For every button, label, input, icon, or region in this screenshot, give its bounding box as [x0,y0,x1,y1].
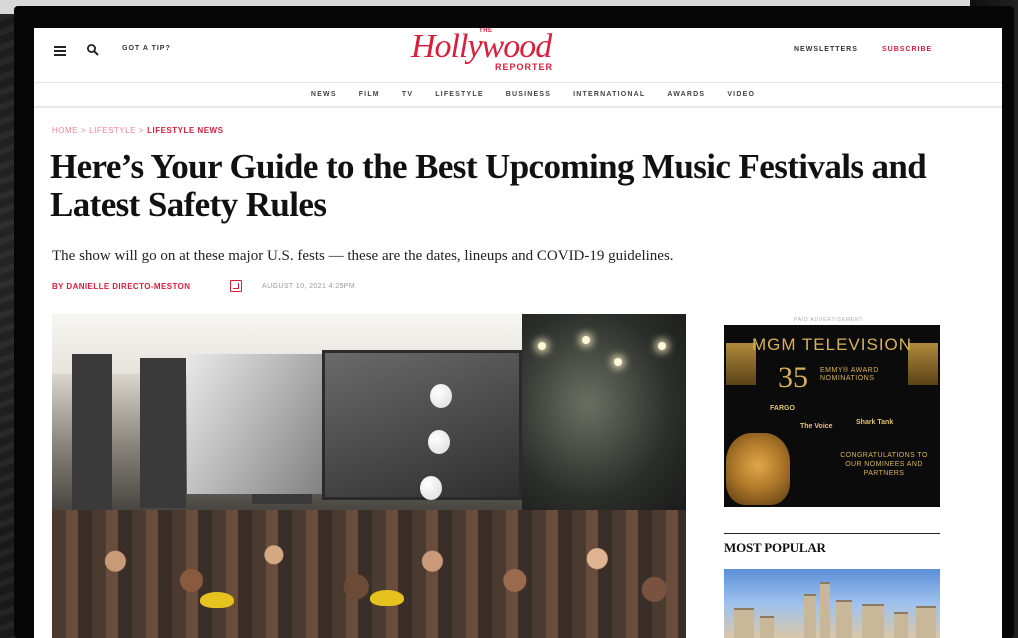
nav-item-tv[interactable]: TV [402,91,413,98]
breadcrumb-separator: > [81,126,87,135]
breadcrumb: HOME > LIFESTYLE > LIFESTYLE NEWS [52,126,223,135]
article-dateline: AUGUST 10, 2021 4:25PM [262,283,356,290]
breadcrumb-home[interactable]: HOME [52,126,78,135]
nav-item-lifestyle[interactable]: LIFESTYLE [435,91,484,98]
article-dek: The show will go on at these major U.S. … [52,248,674,264]
site-header: GOT A TIP? Hollywood THE REPORTER NEWSLE… [34,28,1002,82]
nav-item-international[interactable]: INTERNATIONAL [573,91,645,98]
ad-title: MGM TELEVISION [751,335,913,354]
mgm-lion-image [726,433,790,505]
share-icon[interactable] [230,280,242,292]
nav-item-business[interactable]: BUSINESS [506,91,551,98]
newsletters-link[interactable]: NEWSLETTERS [794,46,858,53]
search-icon[interactable] [86,43,100,57]
most-popular-thumbnail-city-skyline[interactable] [724,569,940,638]
hero-image-concert-crowd [52,314,686,638]
ad-logo-fargo: FARGO [770,405,795,412]
ad-emmy-count: 35 [778,361,808,394]
nav-item-video[interactable]: VIDEO [727,91,755,98]
nav-item-film[interactable]: FILM [359,91,380,98]
nav-item-awards[interactable]: AWARDS [667,91,705,98]
main-nav: NEWS FILM TV LIFESTYLE BUSINESS INTERNAT… [34,82,1002,108]
article-headline: Here’s Your Guide to the Best Upcoming M… [50,147,927,224]
web-page: GOT A TIP? Hollywood THE REPORTER NEWSLE… [34,28,1002,638]
ad-emmy-text: EMMY® AWARD NOMINATIONS [820,367,879,382]
logo-the: THE [479,28,493,34]
nav-item-news[interactable]: NEWS [311,91,337,98]
menu-icon[interactable] [54,46,66,56]
divider [724,533,940,534]
ad-logo-the-voice: The Voice [800,423,833,430]
mgm-television-ad[interactable]: MGM TELEVISION 35 EMMY® AWARD NOMINATION… [724,325,940,507]
site-logo[interactable]: Hollywood THE REPORTER [409,28,589,78]
logo-reporter: REPORTER [495,62,554,72]
most-popular-heading: MOST POPULAR [724,540,826,555]
subscribe-link[interactable]: SUBSCRIBE [882,46,932,53]
breadcrumb-lifestyle[interactable]: LIFESTYLE [89,126,136,135]
ad-congrats: CONGRATULATIONS TO OUR NOMINEES AND PART… [840,452,928,477]
article-byline[interactable]: BY DANIELLE DIRECTO-MESTON [52,282,190,291]
got-a-tip-link[interactable]: GOT A TIP? [122,45,171,52]
breadcrumb-lifestyle-news[interactable]: LIFESTYLE NEWS [147,126,223,135]
ad-label: PAID ADVERTISEMENT [794,317,864,323]
ad-logo-shark-tank: Shark Tank [856,419,894,426]
breadcrumb-separator: > [138,126,145,135]
